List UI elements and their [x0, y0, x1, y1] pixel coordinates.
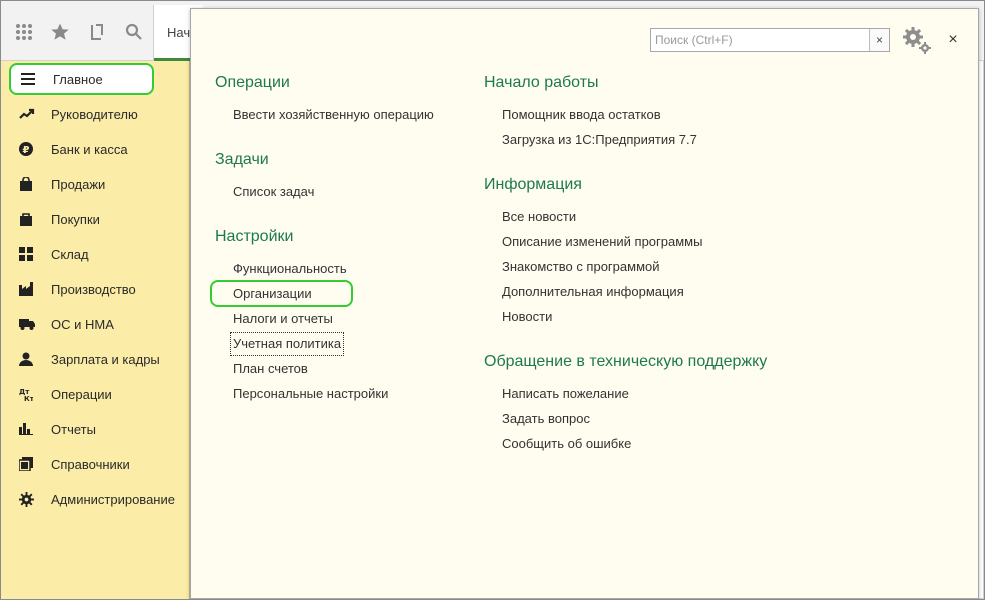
people-icon — [19, 349, 47, 369]
svg-text:Кт: Кт — [24, 395, 33, 401]
sidebar-item-catalogs[interactable]: Справочники — [9, 448, 185, 480]
close-icon[interactable]: × — [943, 30, 963, 50]
sidebar-item-reports[interactable]: Отчеты — [9, 413, 185, 445]
sidebar-item-sales[interactable]: Продажи — [9, 168, 185, 200]
section-title-getting-started: Начало работы — [484, 74, 599, 91]
link-intro-program[interactable]: Знакомство с программой — [502, 257, 660, 277]
link-report-bug[interactable]: Сообщить об ошибке — [502, 434, 631, 454]
app-window: Начальная страница Главное Руководителю … — [0, 0, 985, 600]
search-icon[interactable] — [123, 21, 145, 43]
sidebar-item-label: ОС и НМА — [51, 316, 114, 332]
search-input[interactable] — [651, 29, 869, 51]
section-title-settings: Настройки — [215, 228, 294, 245]
sidebar-item-label: Главное — [53, 71, 103, 87]
link-ask-question[interactable]: Задать вопрос — [502, 409, 590, 429]
main-section-panel: × × Операции Ввести хозяйстве — [190, 8, 979, 599]
sidebar-item-administration[interactable]: Администрирование — [9, 483, 185, 515]
bag-icon — [19, 174, 47, 194]
sidebar-item-label: Покупки — [51, 211, 100, 227]
factory-icon — [19, 279, 47, 299]
cart-icon — [19, 209, 47, 229]
section-title-operations: Операции — [215, 74, 290, 91]
section-title-support: Обращение в техническую поддержку — [484, 353, 768, 370]
link-balance-assistant[interactable]: Помощник ввода остатков — [502, 105, 661, 125]
settings-gear-icon[interactable] — [902, 26, 932, 54]
sidebar-item-production[interactable]: Производство — [9, 273, 185, 305]
sidebar-item-label: Руководителю — [51, 106, 138, 122]
books-icon — [19, 454, 47, 474]
sidebar-item-salary[interactable]: Зарплата и кадры — [9, 343, 185, 375]
link-organizations[interactable]: Организации — [233, 284, 312, 304]
clear-search-icon[interactable]: × — [869, 29, 889, 51]
operations-icon: Дт Кт — [19, 384, 47, 404]
sidebar-item-label: Продажи — [51, 176, 106, 192]
sidebar-item-manager[interactable]: Руководителю — [9, 98, 185, 130]
link-news[interactable]: Новости — [502, 307, 552, 327]
bar-chart-icon — [19, 419, 47, 439]
sidebar-item-label: Зарплата и кадры — [51, 351, 160, 367]
link-write-wish[interactable]: Написать пожелание — [502, 384, 629, 404]
sidebar-item-label: Производство — [51, 281, 136, 297]
menu-icon — [21, 69, 49, 89]
section-title-tasks: Задачи — [215, 151, 269, 168]
favorites-star-icon[interactable] — [49, 21, 71, 43]
link-personal-settings[interactable]: Персональные настройки — [233, 384, 388, 404]
link-accounting-policy[interactable]: Учетная политика — [229, 332, 345, 356]
link-task-list[interactable]: Список задач — [233, 182, 314, 202]
search-box: × — [650, 28, 890, 52]
truck-icon — [19, 314, 47, 334]
warehouse-icon — [19, 244, 47, 264]
section-title-information: Информация — [484, 176, 582, 193]
sidebar-item-warehouse[interactable]: Склад — [9, 238, 185, 270]
sidebar: Главное Руководителю ₽ Банк и касса Прод… — [1, 61, 190, 599]
sidebar-item-bank[interactable]: ₽ Банк и касса — [9, 133, 185, 165]
link-all-news[interactable]: Все новости — [502, 207, 576, 227]
history-icon[interactable] — [86, 21, 108, 43]
trend-icon — [19, 104, 47, 124]
sidebar-item-label: Отчеты — [51, 421, 96, 437]
link-taxes-reports[interactable]: Налоги и отчеты — [233, 309, 333, 329]
link-import-1c77[interactable]: Загрузка из 1С:Предприятия 7.7 — [502, 130, 697, 150]
ruble-icon: ₽ — [19, 139, 47, 159]
link-functionality[interactable]: Функциональность — [233, 259, 347, 279]
link-chart-of-accounts[interactable]: План счетов — [233, 359, 308, 379]
sidebar-item-label: Склад — [51, 246, 89, 262]
sidebar-item-label: Операции — [51, 386, 112, 402]
sidebar-item-label: Справочники — [51, 456, 130, 472]
sidebar-item-label: Банк и касса — [51, 141, 128, 157]
gear-icon — [19, 489, 47, 509]
sidebar-item-purchases[interactable]: Покупки — [9, 203, 185, 235]
link-additional-info[interactable]: Дополнительная информация — [502, 282, 684, 302]
apps-grid-icon[interactable] — [13, 21, 35, 43]
sidebar-item-main[interactable]: Главное — [9, 63, 154, 95]
sidebar-item-label: Администрирование — [51, 491, 175, 507]
link-enter-operation[interactable]: Ввести хозяйственную операцию — [233, 105, 434, 125]
sidebar-item-fixed-assets[interactable]: ОС и НМА — [9, 308, 185, 340]
link-changes-description[interactable]: Описание изменений программы — [502, 232, 702, 252]
sidebar-item-operations[interactable]: Дт Кт Операции — [9, 378, 185, 410]
svg-text:₽: ₽ — [23, 145, 30, 156]
